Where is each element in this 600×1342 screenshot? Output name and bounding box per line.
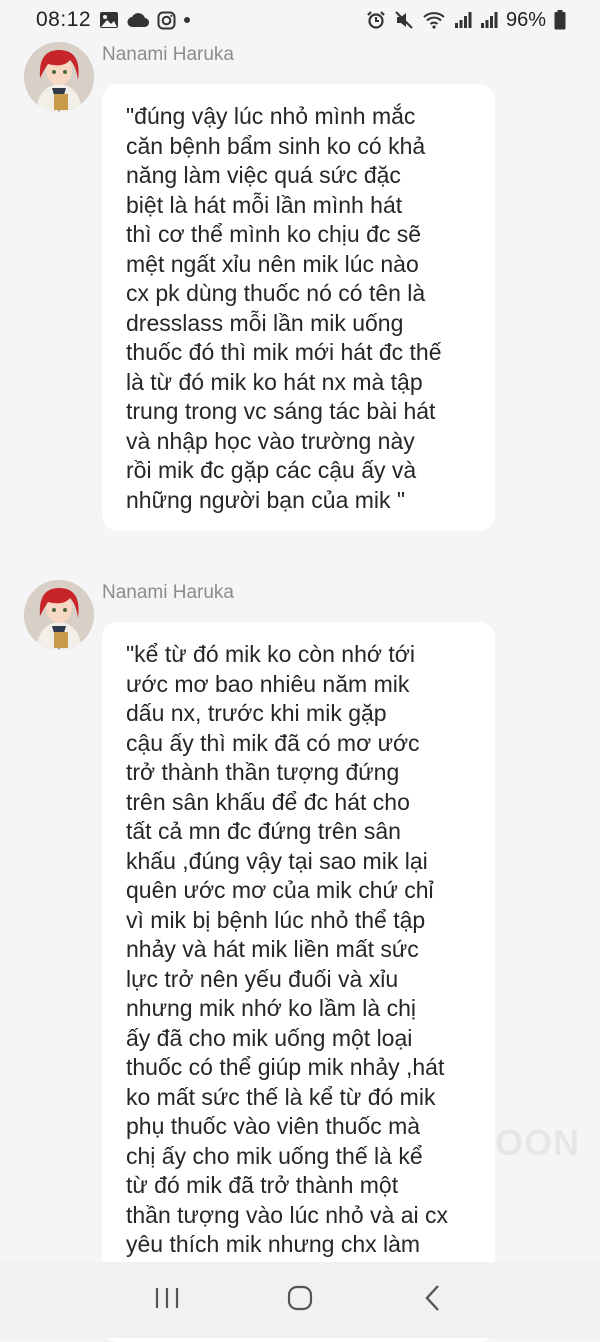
instagram-icon [157,11,176,30]
wifi-icon [422,10,446,30]
gallery-icon [99,11,119,29]
alarm-icon [366,10,386,30]
message-bubble[interactable]: "kể từ đó mik ko còn nhớ tới ước mơ bao … [102,622,495,1342]
status-bar-left: 08:12 [36,8,191,32]
cloud-icon [127,12,150,28]
signal-icon [454,11,472,29]
notification-dot-icon [184,17,191,23]
battery-percentage: 96% [505,8,546,31]
status-bar: 08:12 96% [0,0,600,40]
home-icon [286,1284,314,1317]
mute-icon [394,10,414,30]
battery-icon [554,10,566,30]
navigation-bar [0,1262,600,1338]
status-bar-right: 96% [366,9,566,32]
sender-name: Nanami Haruka [102,44,234,65]
watermark: OON [495,1122,581,1163]
back-icon [424,1284,442,1317]
message-bubble[interactable]: "đúng vậy lúc nhỏ mình mắc căn bệnh bẩm … [102,84,495,531]
sender-name: Nanami Haruka [102,582,234,603]
signal-icon [480,11,498,29]
avatar[interactable] [24,42,94,112]
avatar[interactable] [24,580,94,650]
message-text: "đúng vậy lúc nhỏ mình mắc căn bệnh bẩm … [126,103,442,513]
message-text: "kể từ đó mik ko còn nhớ tới ước mơ bao … [126,641,448,1257]
recent-apps-button[interactable] [137,1270,197,1330]
home-button[interactable] [270,1270,330,1330]
recent-apps-icon [154,1286,180,1315]
clock: 08:12 [36,8,92,31]
back-button[interactable] [403,1270,463,1330]
